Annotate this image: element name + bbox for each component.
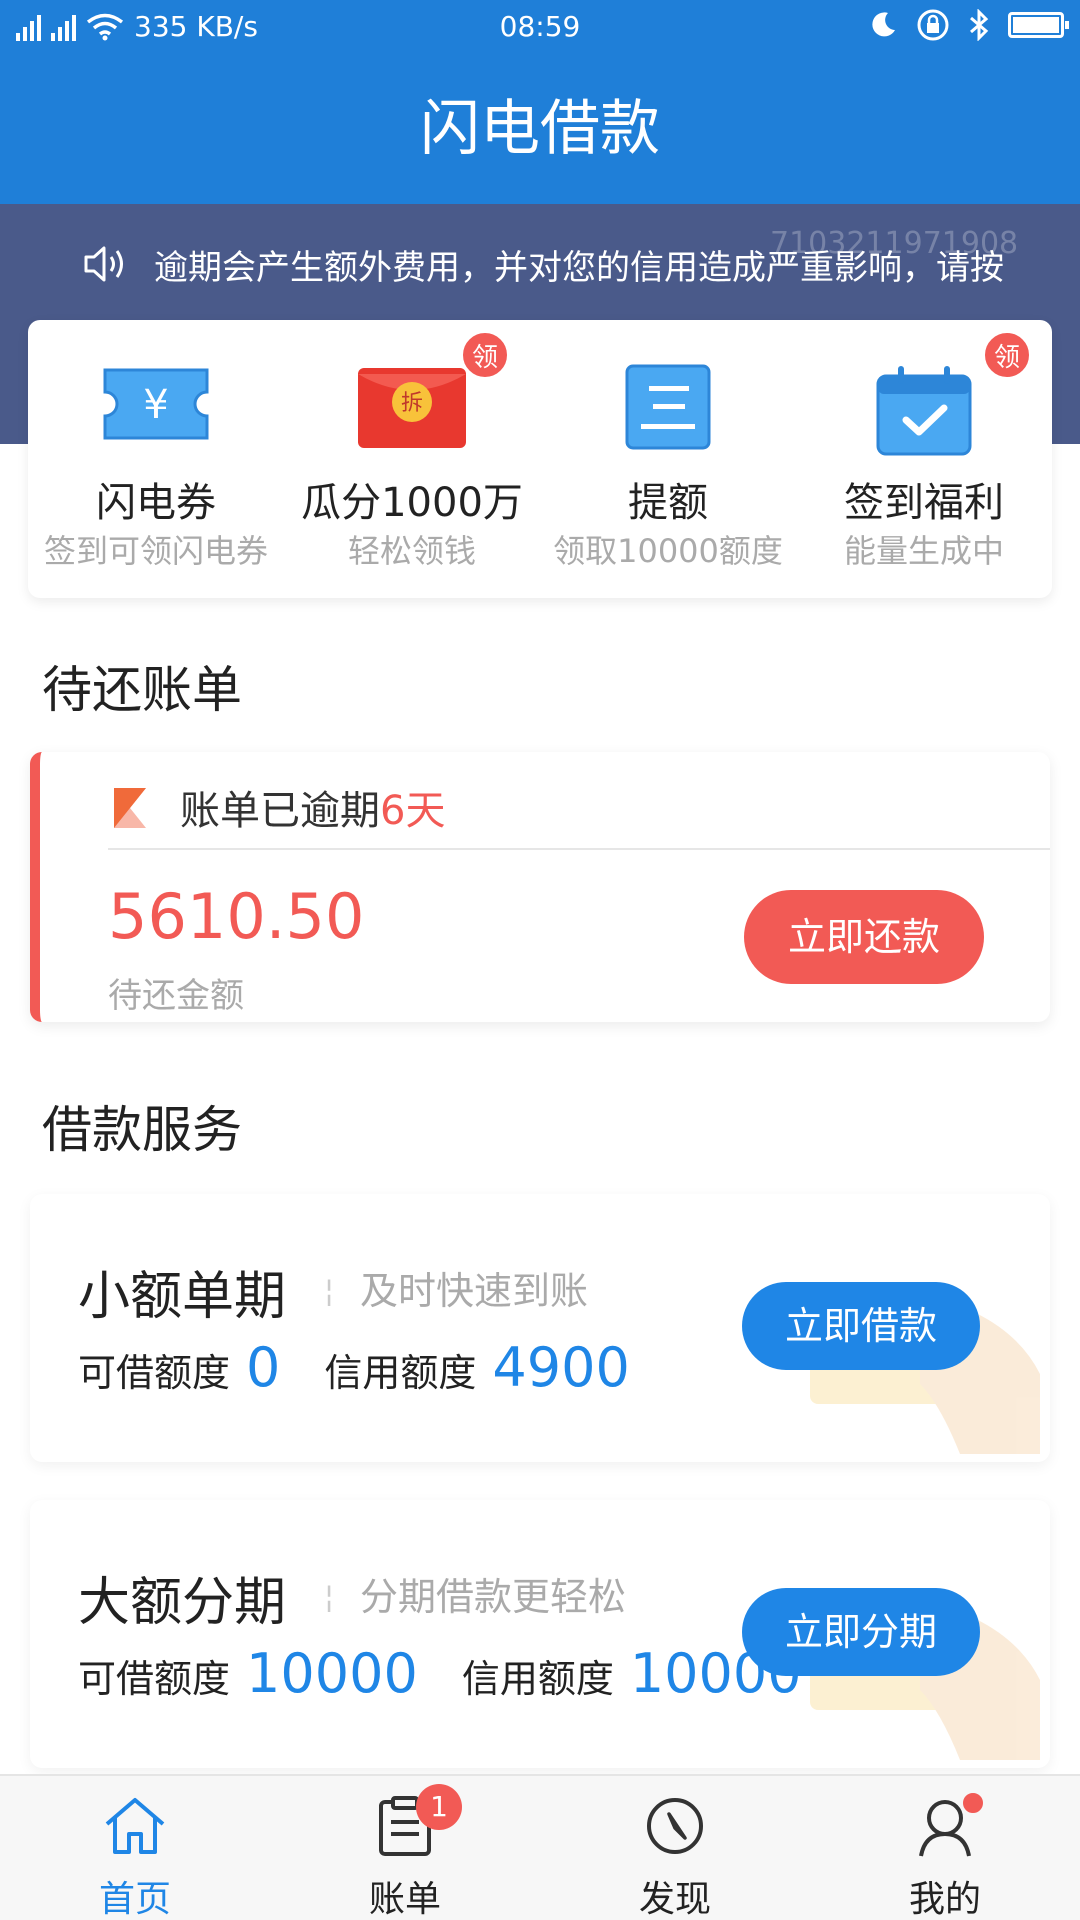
quick-action-sub: 轻松领钱: [347, 532, 476, 570]
available-limit-label: 可借额度: [78, 1351, 231, 1395]
home-icon: [105, 1798, 165, 1854]
speaker-icon: [84, 246, 123, 282]
due-amount-label: 待还金额: [108, 976, 244, 1016]
battery-icon: [1008, 12, 1069, 38]
notification-dot: [960, 1790, 986, 1816]
tab-label: 账单: [368, 1879, 441, 1920]
claim-badge: 领: [982, 330, 1032, 380]
notice-text: 逾期会产生额外费用，并对您的信用造成严重影响，请按: [154, 247, 1004, 288]
bluetooth-icon: [970, 9, 989, 41]
product-limits: 可借额度 10000 信用额度 10000: [78, 1642, 846, 1705]
available-limit-value: 10000: [246, 1642, 418, 1705]
tab-discover[interactable]: 发现: [540, 1776, 810, 1920]
bill-status: 账单已逾期6天: [180, 778, 445, 836]
svg-text:¥: ¥: [143, 382, 168, 428]
calendar-check-icon: [876, 366, 972, 456]
quick-action-sub: 能量生成中: [843, 532, 1004, 570]
loan-product-card[interactable]: 小额单期 ¦ 及时快速到账 可借额度 0 信用额度 4900 立即借款: [30, 1194, 1050, 1462]
quick-action-coupon[interactable]: ¥ 闪电券 签到可领闪电券: [28, 320, 284, 598]
borrow-now-button[interactable]: 立即借款: [742, 1282, 980, 1370]
notice-marquee[interactable]: 逾期会产生额外费用，并对您的信用造成严重影响，请按: [0, 234, 1080, 294]
quick-action-checkin[interactable]: 领 签到福利 能量生成中: [796, 320, 1052, 598]
available-limit-label: 可借额度: [78, 1657, 231, 1701]
credit-limit-value: 4900: [492, 1336, 630, 1399]
bottom-tab-bar: 首页 1 账单 发现 我的: [0, 1774, 1080, 1920]
product-name: 大额分期: [78, 1573, 287, 1633]
loan-product-card[interactable]: 大额分期 ¦ 分期借款更轻松 可借额度 10000 信用额度 10000 立即分…: [30, 1500, 1050, 1768]
tab-label: 首页: [98, 1879, 171, 1920]
product-desc: 分期借款更轻松: [360, 1575, 627, 1619]
installment-now-button[interactable]: 立即分期: [742, 1588, 980, 1676]
tab-label: 我的: [908, 1879, 981, 1920]
separator: ¦: [324, 1274, 335, 1309]
envelope-text: 拆: [401, 391, 423, 416]
flag-icon: [114, 788, 146, 828]
quick-action-label: 提额: [628, 480, 708, 526]
page-title: 闪电借款: [0, 54, 1080, 204]
ticket-icon: ¥: [103, 368, 209, 440]
separator: ¦: [324, 1580, 335, 1615]
divider: [108, 848, 1050, 850]
available-limit-value: 0: [246, 1336, 281, 1399]
due-amount: 5610.50: [108, 880, 365, 953]
quick-actions-card: ¥ 闪电券 签到可领闪电券 拆 领 瓜分1000万 轻松领钱 提额 领取1000…: [28, 320, 1052, 598]
overdue-days: 6天: [380, 788, 446, 834]
tab-bills[interactable]: 1 账单: [270, 1776, 540, 1920]
status-right: [868, 8, 1069, 42]
status-bar: 335 KB/s 08:59: [0, 0, 1080, 54]
credit-limit-label: 信用额度: [324, 1351, 477, 1395]
quick-action-label: 闪电券: [96, 480, 216, 526]
tab-home[interactable]: 首页: [0, 1776, 270, 1920]
repay-now-button[interactable]: 立即还款: [744, 890, 984, 984]
notification-badge: 1: [416, 1784, 462, 1830]
claim-badge: 领: [460, 330, 510, 380]
bill-card[interactable]: 账单已逾期6天 5610.50 待还金额 立即还款: [30, 752, 1050, 1022]
credit-limit-label: 信用额度: [461, 1657, 614, 1701]
quick-action-red-envelope[interactable]: 拆 领 瓜分1000万 轻松领钱: [284, 320, 540, 598]
quick-action-limit-increase[interactable]: 提额 领取10000额度: [540, 320, 796, 598]
bill-status-prefix: 账单已逾期: [180, 788, 380, 834]
product-name: 小额单期: [78, 1267, 287, 1327]
rotation-lock-icon: [917, 9, 949, 41]
compass-icon: [647, 1798, 703, 1854]
quick-action-label: 签到福利: [844, 480, 1004, 526]
product-desc: 及时快速到账: [360, 1269, 589, 1313]
tab-label: 发现: [638, 1879, 711, 1920]
moon-icon: [872, 12, 895, 37]
document-icon: [625, 364, 711, 450]
quick-action-sub: 签到可领闪电券: [43, 532, 268, 570]
quick-action-label: 瓜分1000万: [301, 480, 523, 526]
red-envelope-icon: 拆: [358, 368, 466, 448]
quick-action-sub: 领取10000额度: [553, 532, 783, 570]
loan-section-title: 借款服务: [42, 1101, 242, 1159]
bill-section-title: 待还账单: [42, 661, 242, 719]
tab-profile[interactable]: 我的: [810, 1776, 1080, 1920]
product-limits: 可借额度 0 信用额度 4900: [78, 1336, 674, 1399]
